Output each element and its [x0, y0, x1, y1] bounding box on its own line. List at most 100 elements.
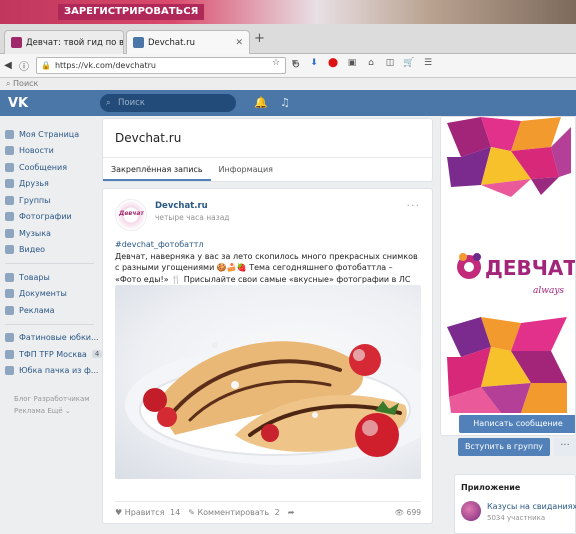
post-author[interactable]: Devchat.ru [155, 201, 208, 211]
post-time[interactable]: четыре часа назад [155, 213, 230, 222]
vk-page: Моя Страница Новости Сообщения Друзья Гр… [0, 116, 576, 534]
register-button[interactable]: ЗАРЕГИСТРИРОВАТЬСЯ [58, 4, 205, 20]
messages-icon [5, 162, 14, 172]
news-icon [5, 146, 14, 156]
tab-title: Devchat.ru [148, 37, 195, 48]
pinned-post: Девчат Devchat.ru четыре часа назад ··· … [102, 188, 433, 524]
group-icon [5, 349, 14, 359]
app-widget: Приложение Казусы на свиданиях 5034 учас… [454, 474, 576, 534]
footer-links[interactable]: Реклама Ещё ⌄ [0, 405, 100, 417]
browser-tab-devchat[interactable]: Devchat.ru ✕ [126, 30, 250, 54]
ads-icon [5, 305, 14, 315]
menu-item-video[interactable]: Видео [0, 242, 100, 259]
left-menu: Моя Страница Новости Сообщения Друзья Гр… [0, 126, 103, 417]
menu-item-music[interactable]: Музыка [0, 225, 100, 242]
cover-illustration: ДЕВЧАТ always [441, 117, 576, 435]
photos-icon [5, 212, 14, 222]
post-photo[interactable] [115, 285, 421, 479]
home-icon[interactable]: ⌂ [365, 57, 377, 69]
bookmark-star-icon[interactable]: ☆ [270, 57, 282, 69]
comment-label: Комментировать [197, 508, 270, 517]
close-icon[interactable]: ✕ [235, 38, 243, 48]
app-icon[interactable] [461, 501, 481, 521]
download-icon[interactable]: ⬇ [308, 57, 320, 69]
heart-icon: ♥ [115, 508, 123, 517]
find-bar[interactable]: ⌕ Поиск [0, 78, 576, 90]
menu-label: Юбка пачка из ф... [19, 366, 99, 376]
menu-item-group-2[interactable]: ТФП TFP Москва 4 [0, 346, 103, 363]
menu-label: Видео [19, 245, 46, 255]
main-column: Devchat.ru Закреплённая запись Информаци… [102, 118, 433, 530]
music-note-icon[interactable]: ♫ [280, 96, 290, 109]
menu-item-groups[interactable]: Группы [0, 192, 100, 209]
menu-label: ТФП TFP Москва [19, 349, 87, 359]
favicon-icon [11, 37, 22, 48]
menu-item-my-page[interactable]: Моя Страница [0, 126, 100, 143]
avatar[interactable]: Девчат [115, 199, 147, 231]
footer-links[interactable]: Блог Разработчикам [0, 393, 100, 405]
like-count: 14 [170, 508, 181, 517]
menu-label: Новости [19, 146, 54, 156]
group-icon [5, 366, 14, 376]
find-placeholder: Поиск [13, 79, 39, 88]
menu-label: Группы [19, 195, 51, 205]
comment-button[interactable]: ✎ Комментировать 2 [188, 508, 280, 517]
menu-label: Фотографии [19, 212, 72, 222]
more-actions-button[interactable]: ··· [554, 438, 576, 456]
menu-label: Товары [19, 272, 50, 282]
browser-tab-devchat-guide[interactable]: Девчат: твой гид по взросл ✕ [4, 30, 124, 54]
video-icon [5, 245, 14, 255]
right-column: ДЕВЧАТ always Написать сообщение Вступит… [440, 116, 576, 534]
comment-icon: ✎ [188, 508, 195, 517]
app-name[interactable]: Казусы на свиданиях [487, 502, 576, 511]
menu-item-news[interactable]: Новости [0, 143, 100, 160]
extension-icon[interactable]: ▣ [346, 57, 358, 69]
join-group-button[interactable]: Вступить в группу [458, 438, 550, 456]
adblock-icon[interactable]: ⬤ [327, 57, 339, 69]
send-message-button[interactable]: Написать сообщение [459, 415, 575, 433]
views-counter: 👁 699 [395, 508, 421, 517]
share-icon[interactable]: ➦ [288, 508, 295, 517]
brand-name: ДЕВЧАТ [485, 256, 576, 280]
menu-label: Музыка [19, 228, 51, 238]
tab-information[interactable]: Информация [211, 158, 281, 181]
menu-item-group-3[interactable]: Юбка пачка из ф... [0, 363, 100, 380]
post-hashtag[interactable]: #devchat_фотобаттл [115, 239, 421, 251]
menu-item-ads[interactable]: Реклама [0, 302, 100, 319]
menu-icon[interactable]: ☰ [422, 57, 434, 69]
url-field[interactable]: 🔒 https://vk.com/devchatru [36, 57, 286, 74]
menu-item-friends[interactable]: Друзья [0, 176, 100, 193]
like-button[interactable]: ♥ Нравится 14 [115, 508, 180, 517]
new-tab-button[interactable]: + [254, 31, 265, 46]
info-icon[interactable]: ⓘ [16, 58, 32, 73]
music-icon [5, 228, 14, 238]
user-icon [5, 129, 14, 139]
menu-item-goods[interactable]: Товары [0, 269, 100, 286]
search-icon: ⌕ [106, 98, 111, 108]
vk-logo[interactable]: VK [8, 96, 28, 111]
vk-search-input[interactable]: ⌕ Поиск [100, 94, 236, 112]
menu-item-messages[interactable]: Сообщения [0, 159, 100, 176]
menu-item-group-1[interactable]: Фатиновые юбки... [0, 330, 100, 347]
brand-sub: always [533, 286, 564, 296]
back-icon[interactable]: ◀ [0, 60, 16, 71]
group-header: Devchat.ru Закреплённая запись Информаци… [102, 118, 433, 182]
app-members: 5034 участника [487, 514, 546, 522]
cart-icon[interactable]: 🛒 [403, 57, 415, 69]
more-options-icon[interactable]: ··· [407, 199, 421, 212]
menu-item-photos[interactable]: Фотографии [0, 209, 100, 226]
screenshot-icon[interactable]: ◫ [384, 57, 396, 69]
menu-label: Сообщения [19, 162, 68, 172]
tab-title: Девчат: твой гид по взросл [26, 37, 124, 48]
menu-item-documents[interactable]: Документы [0, 286, 100, 303]
tab-pinned-post[interactable]: Закреплённая запись [103, 158, 211, 181]
bell-icon[interactable]: 🔔 [254, 96, 268, 109]
group-cover[interactable]: ДЕВЧАТ always Написать сообщение [440, 116, 576, 436]
reading-list-icon[interactable]: ≡ [289, 57, 301, 69]
browser-tab-bar: Девчат: твой гид по взросл ✕ Devchat.ru … [0, 24, 576, 54]
post-actions: ♥ Нравится 14 ✎ Комментировать 2 ➦ 👁 699 [115, 501, 421, 523]
crepes-photo-illustration [125, 341, 421, 465]
menu-label: Документы [19, 289, 67, 299]
menu-divider [5, 263, 94, 264]
group-icon [5, 333, 14, 343]
